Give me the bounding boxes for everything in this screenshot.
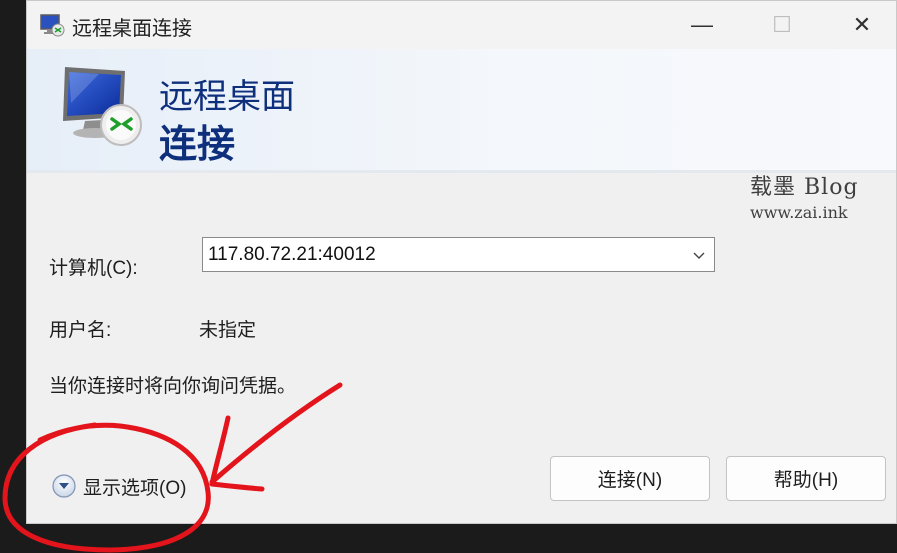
username-label: 用户名: [49, 320, 112, 341]
minimize-icon: — [691, 12, 713, 37]
connect-button-label: 连接(N) [597, 470, 663, 491]
computer-value[interactable]: 117.80.72.21:40012 [208, 244, 376, 266]
computer-label: 计算机(C): [49, 258, 138, 279]
show-options-label[interactable]: 显示选项(O) [83, 473, 186, 500]
show-options-button[interactable]: 显示选项(O) [51, 471, 186, 501]
banner-title-line1: 远程桌面 [159, 78, 295, 116]
header-banner: 远程桌面 连接 [27, 49, 896, 171]
remote-desktop-icon [40, 14, 65, 37]
username-value: 未指定 [199, 320, 257, 341]
maximize-icon: ☐ [772, 12, 792, 37]
close-button[interactable]: ✕ [827, 1, 896, 49]
window-title: 远程桌面连接 [72, 18, 192, 40]
watermark-name: 载墨 Blog [750, 175, 859, 200]
help-button-label: 帮助(H) [773, 470, 839, 491]
watermark: 载墨 Blog www.zai.ink [750, 169, 890, 222]
title-bar[interactable]: 远程桌面连接 — ☐ ✕ [27, 1, 896, 49]
banner-title-line2: 连接 [159, 124, 236, 166]
help-button[interactable]: 帮助(H) [726, 456, 886, 501]
credentials-note: 当你连接时将向你询问凭据。 [49, 376, 297, 397]
minimize-button[interactable]: — [667, 1, 737, 49]
connect-button[interactable]: 连接(N) [550, 456, 710, 501]
maximize-button[interactable]: ☐ [747, 1, 817, 49]
watermark-url: www.zai.ink [750, 203, 848, 222]
computer-combobox[interactable]: 117.80.72.21:40012 [202, 237, 715, 272]
remote-desktop-window: 远程桌面连接 — ☐ ✕ 远程桌面 连接 载墨 Blog www.zai.ink… [26, 0, 897, 524]
monitor-connect-icon [63, 67, 142, 146]
chevron-down-icon[interactable] [692, 248, 706, 262]
expand-circle-icon[interactable] [51, 473, 77, 499]
close-icon: ✕ [852, 12, 872, 37]
